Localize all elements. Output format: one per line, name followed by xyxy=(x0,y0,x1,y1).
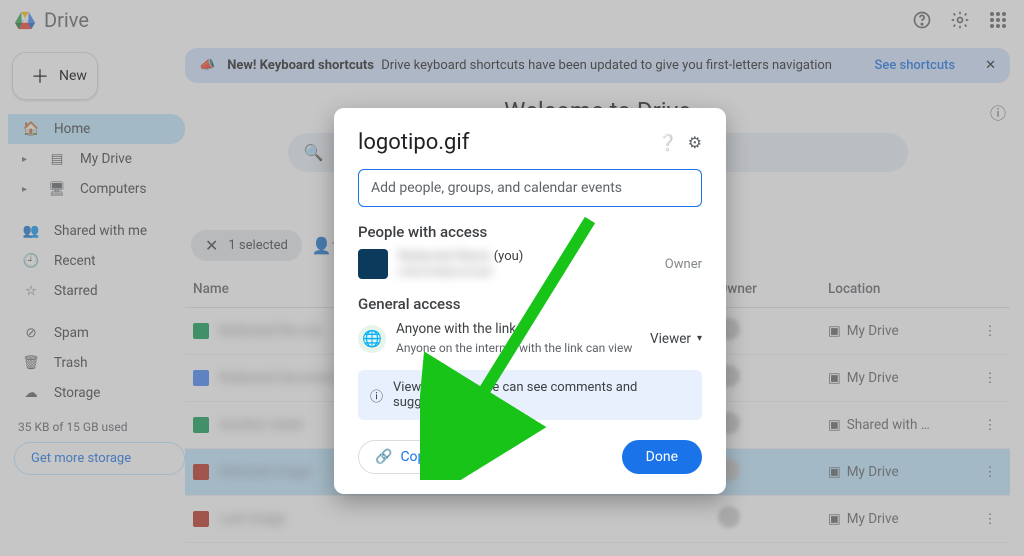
general-access-heading: General access xyxy=(358,295,702,313)
person-email: redacted@example xyxy=(398,265,493,278)
people-with-access-heading: People with access xyxy=(358,223,702,241)
info-icon: ⓘ xyxy=(370,386,383,405)
globe-icon: 🌐 xyxy=(358,325,386,353)
viewer-note: ⓘ Viewers of this file can see comments … xyxy=(358,370,702,420)
settings-gear-icon[interactable]: ⚙ xyxy=(688,133,702,152)
chevron-down-icon: ▾ xyxy=(522,324,527,335)
copy-link-label: Copy link xyxy=(400,449,457,465)
you-suffix: (you) xyxy=(490,249,523,264)
person-name-block: Redacted Name (you) redacted@example xyxy=(398,249,523,279)
person-name: Redacted Name xyxy=(398,249,490,264)
general-access-row: 🌐 Anyone with the link▾ Anyone on the in… xyxy=(358,321,702,356)
person-role: Owner xyxy=(665,257,702,272)
chevron-down-icon: ▾ xyxy=(697,333,702,344)
link-icon: 🔗 xyxy=(375,449,392,465)
share-dialog: logotipo.gif ❔ ⚙ People with access Reda… xyxy=(334,108,726,494)
note-text: Viewers of this file can see comments an… xyxy=(393,380,690,410)
done-button[interactable]: Done xyxy=(622,440,702,474)
help-icon[interactable]: ❔ xyxy=(658,133,678,152)
person-row: Redacted Name (you) redacted@example Own… xyxy=(358,249,702,279)
role-dropdown[interactable]: Viewer▾ xyxy=(650,331,702,347)
share-dialog-title: logotipo.gif xyxy=(358,130,648,155)
add-people-input[interactable] xyxy=(358,169,702,207)
avatar xyxy=(358,249,388,279)
copy-link-button[interactable]: 🔗 Copy link xyxy=(358,440,474,474)
link-scope-description: Anyone on the internet with the link can… xyxy=(396,341,632,355)
link-scope-dropdown[interactable]: Anyone with the link▾ xyxy=(396,321,632,337)
